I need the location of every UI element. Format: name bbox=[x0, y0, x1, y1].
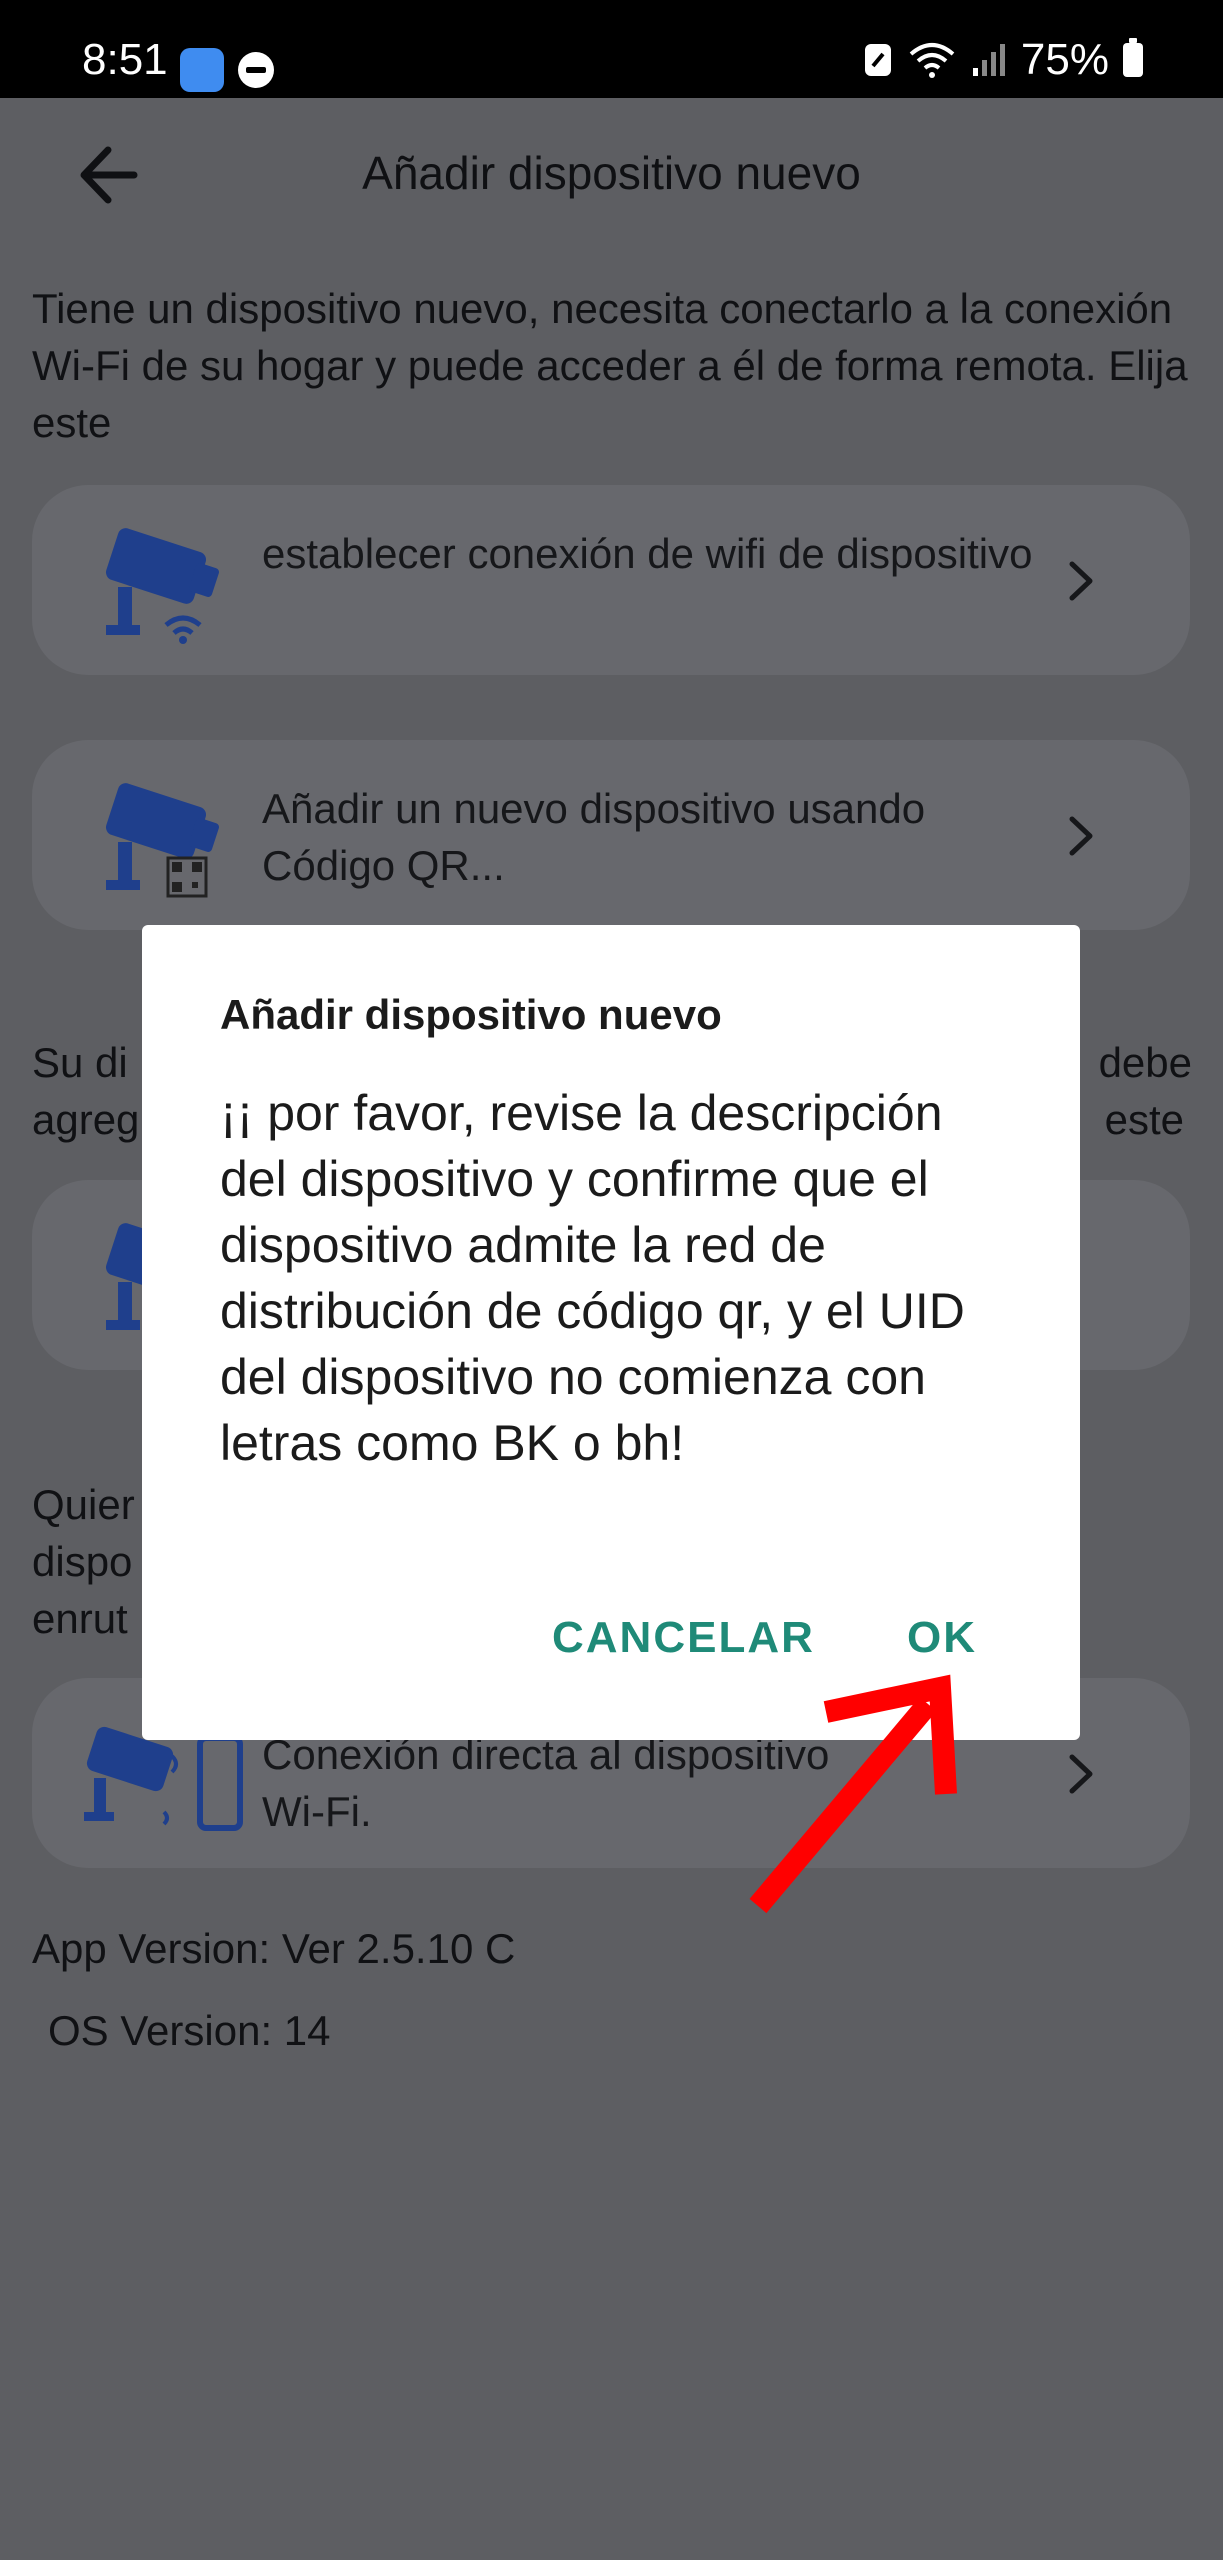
chevron-right-icon bbox=[1069, 1754, 1093, 1794]
chevron-right-icon bbox=[1069, 561, 1093, 601]
nfc-icon bbox=[864, 44, 891, 76]
intro-text: Tiene un dispositivo nuevo, necesita con… bbox=[32, 285, 1188, 446]
cancel-button[interactable]: CANCELAR bbox=[552, 1613, 815, 1663]
app-version: App Version: Ver 2.5.10 C bbox=[32, 1925, 516, 1972]
status-bar: 8:51 75% bbox=[0, 0, 1223, 98]
status-time: 8:51 bbox=[82, 35, 168, 84]
wifi-icon bbox=[909, 43, 955, 78]
option-label: establecer conexión de wifi de dispositi… bbox=[262, 530, 1033, 577]
chevron-right-icon bbox=[1069, 816, 1093, 856]
battery-percent: 75% bbox=[1020, 35, 1109, 84]
app-bar: Añadir dispositivo nuevo bbox=[0, 98, 1223, 248]
do-not-disturb-icon bbox=[238, 52, 274, 88]
option-wifi-setup[interactable]: establecer conexión de wifi de dispositi… bbox=[32, 485, 1190, 675]
annotation-arrow-icon bbox=[749, 1674, 957, 1914]
camera-qr-icon bbox=[105, 783, 220, 898]
dialog-title: Añadir dispositivo nuevo bbox=[220, 991, 722, 1038]
signal-icon bbox=[972, 44, 1005, 76]
ok-button[interactable]: OK bbox=[907, 1613, 977, 1663]
confirm-dialog: Añadir dispositivo nuevo ¡¡ por favor, r… bbox=[142, 925, 1080, 1740]
os-version: OS Version: 14 bbox=[48, 2007, 331, 2054]
page-title: Añadir dispositivo nuevo bbox=[362, 147, 861, 199]
camera-wifi-icon bbox=[105, 528, 220, 644]
status-right: 75% bbox=[863, 38, 1143, 82]
battery-icon bbox=[1123, 38, 1143, 77]
dialog-message: ¡¡ por favor, revise la descripción del … bbox=[220, 1085, 965, 1471]
app-notification-icon bbox=[180, 48, 224, 92]
option-qr-code[interactable]: Añadir un nuevo dispositivo usando Códig… bbox=[32, 740, 1190, 930]
option-label: Añadir un nuevo dispositivo usando Códig… bbox=[262, 785, 926, 889]
